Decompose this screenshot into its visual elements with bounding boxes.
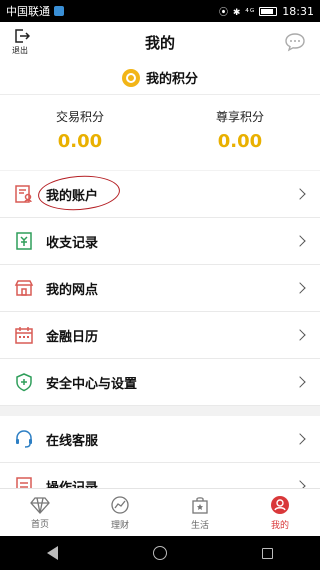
premium-points-value: 0.00 [217,131,263,152]
profile-header: 退出 我的 我的积分 交易积分 0.00 尊享积分 0.00 [0,22,320,170]
tab-mine[interactable]: 我的 [240,489,320,536]
chevron-right-icon [294,329,306,341]
bottom-tab-bar: 首页 理财 生活 我的 [0,488,320,536]
tab-label: 生活 [190,520,209,531]
divider [0,94,320,95]
carrier-name: 中国联通 [6,5,50,18]
chart-icon [111,495,129,514]
status-bar: 中国联通 ⦿ ✱ ⁴ᴳ 18:31 [0,0,320,22]
tab-label: 理财 [110,520,129,531]
trade-points-value: 0.00 [57,131,103,152]
menu-item-my-account[interactable]: 我的账户 [0,171,320,218]
menu-label: 金融日历 [46,329,99,345]
profile-icon [271,495,289,514]
trade-points-label: 交易积分 [55,110,104,124]
trade-points[interactable]: 交易积分 0.00 [0,108,160,152]
chevron-right-icon [294,188,306,200]
tab-wealth[interactable]: 理财 [80,489,160,536]
menu-group-main: 我的账户 收支记录 我的网点 金融日历 安全中心与设置 [0,171,320,406]
tab-life[interactable]: 生活 [160,489,240,536]
tab-label: 我的 [270,520,289,531]
chat-bubble-icon [285,33,305,52]
store-icon [14,278,34,298]
menu-label: 我的账户 [46,188,99,204]
menu-item-transactions[interactable]: 收支记录 [0,218,320,265]
headset-icon [14,429,34,449]
menu-item-my-branch[interactable]: 我的网点 [0,265,320,312]
chevron-right-icon [294,282,306,294]
shield-icon [14,372,34,392]
home-icon[interactable] [152,546,167,560]
points-title-row[interactable]: 我的积分 [0,68,320,87]
menu-item-security-settings[interactable]: 安全中心与设置 [0,359,320,406]
message-button[interactable] [284,32,306,52]
tab-home[interactable]: 首页 [0,489,80,536]
recent-apps-icon[interactable] [261,547,273,559]
menu-item-online-service[interactable]: 在线客服 [0,416,320,463]
menu-label: 我的网点 [46,282,99,298]
ledger-icon [14,231,34,251]
premium-points-label: 尊享积分 [215,110,264,124]
shopping-bag-icon [192,496,208,514]
clock: 18:31 [282,4,314,18]
diamond-icon [30,496,50,514]
chevron-right-icon [294,376,306,388]
menu-label: 安全中心与设置 [46,376,138,392]
sim-app-icon [54,6,64,16]
chevron-right-icon [294,433,306,445]
battery-icon [259,6,278,16]
chevron-right-icon [294,235,306,247]
premium-points[interactable]: 尊享积分 0.00 [160,108,320,152]
back-icon[interactable] [47,546,59,560]
system-navigation-bar [0,536,320,570]
menu-label: 在线客服 [46,433,99,449]
tab-label: 首页 [30,519,49,530]
system-icons: ⦿ ✱ ⁴ᴳ [219,7,256,18]
calendar-icon [14,325,34,345]
menu-item-finance-calendar[interactable]: 金融日历 [0,312,320,359]
page-title: 我的 [144,34,175,52]
account-card-icon [14,184,34,204]
menu-label: 收支记录 [46,235,99,251]
coin-icon [121,68,140,87]
points-title: 我的积分 [145,72,198,87]
